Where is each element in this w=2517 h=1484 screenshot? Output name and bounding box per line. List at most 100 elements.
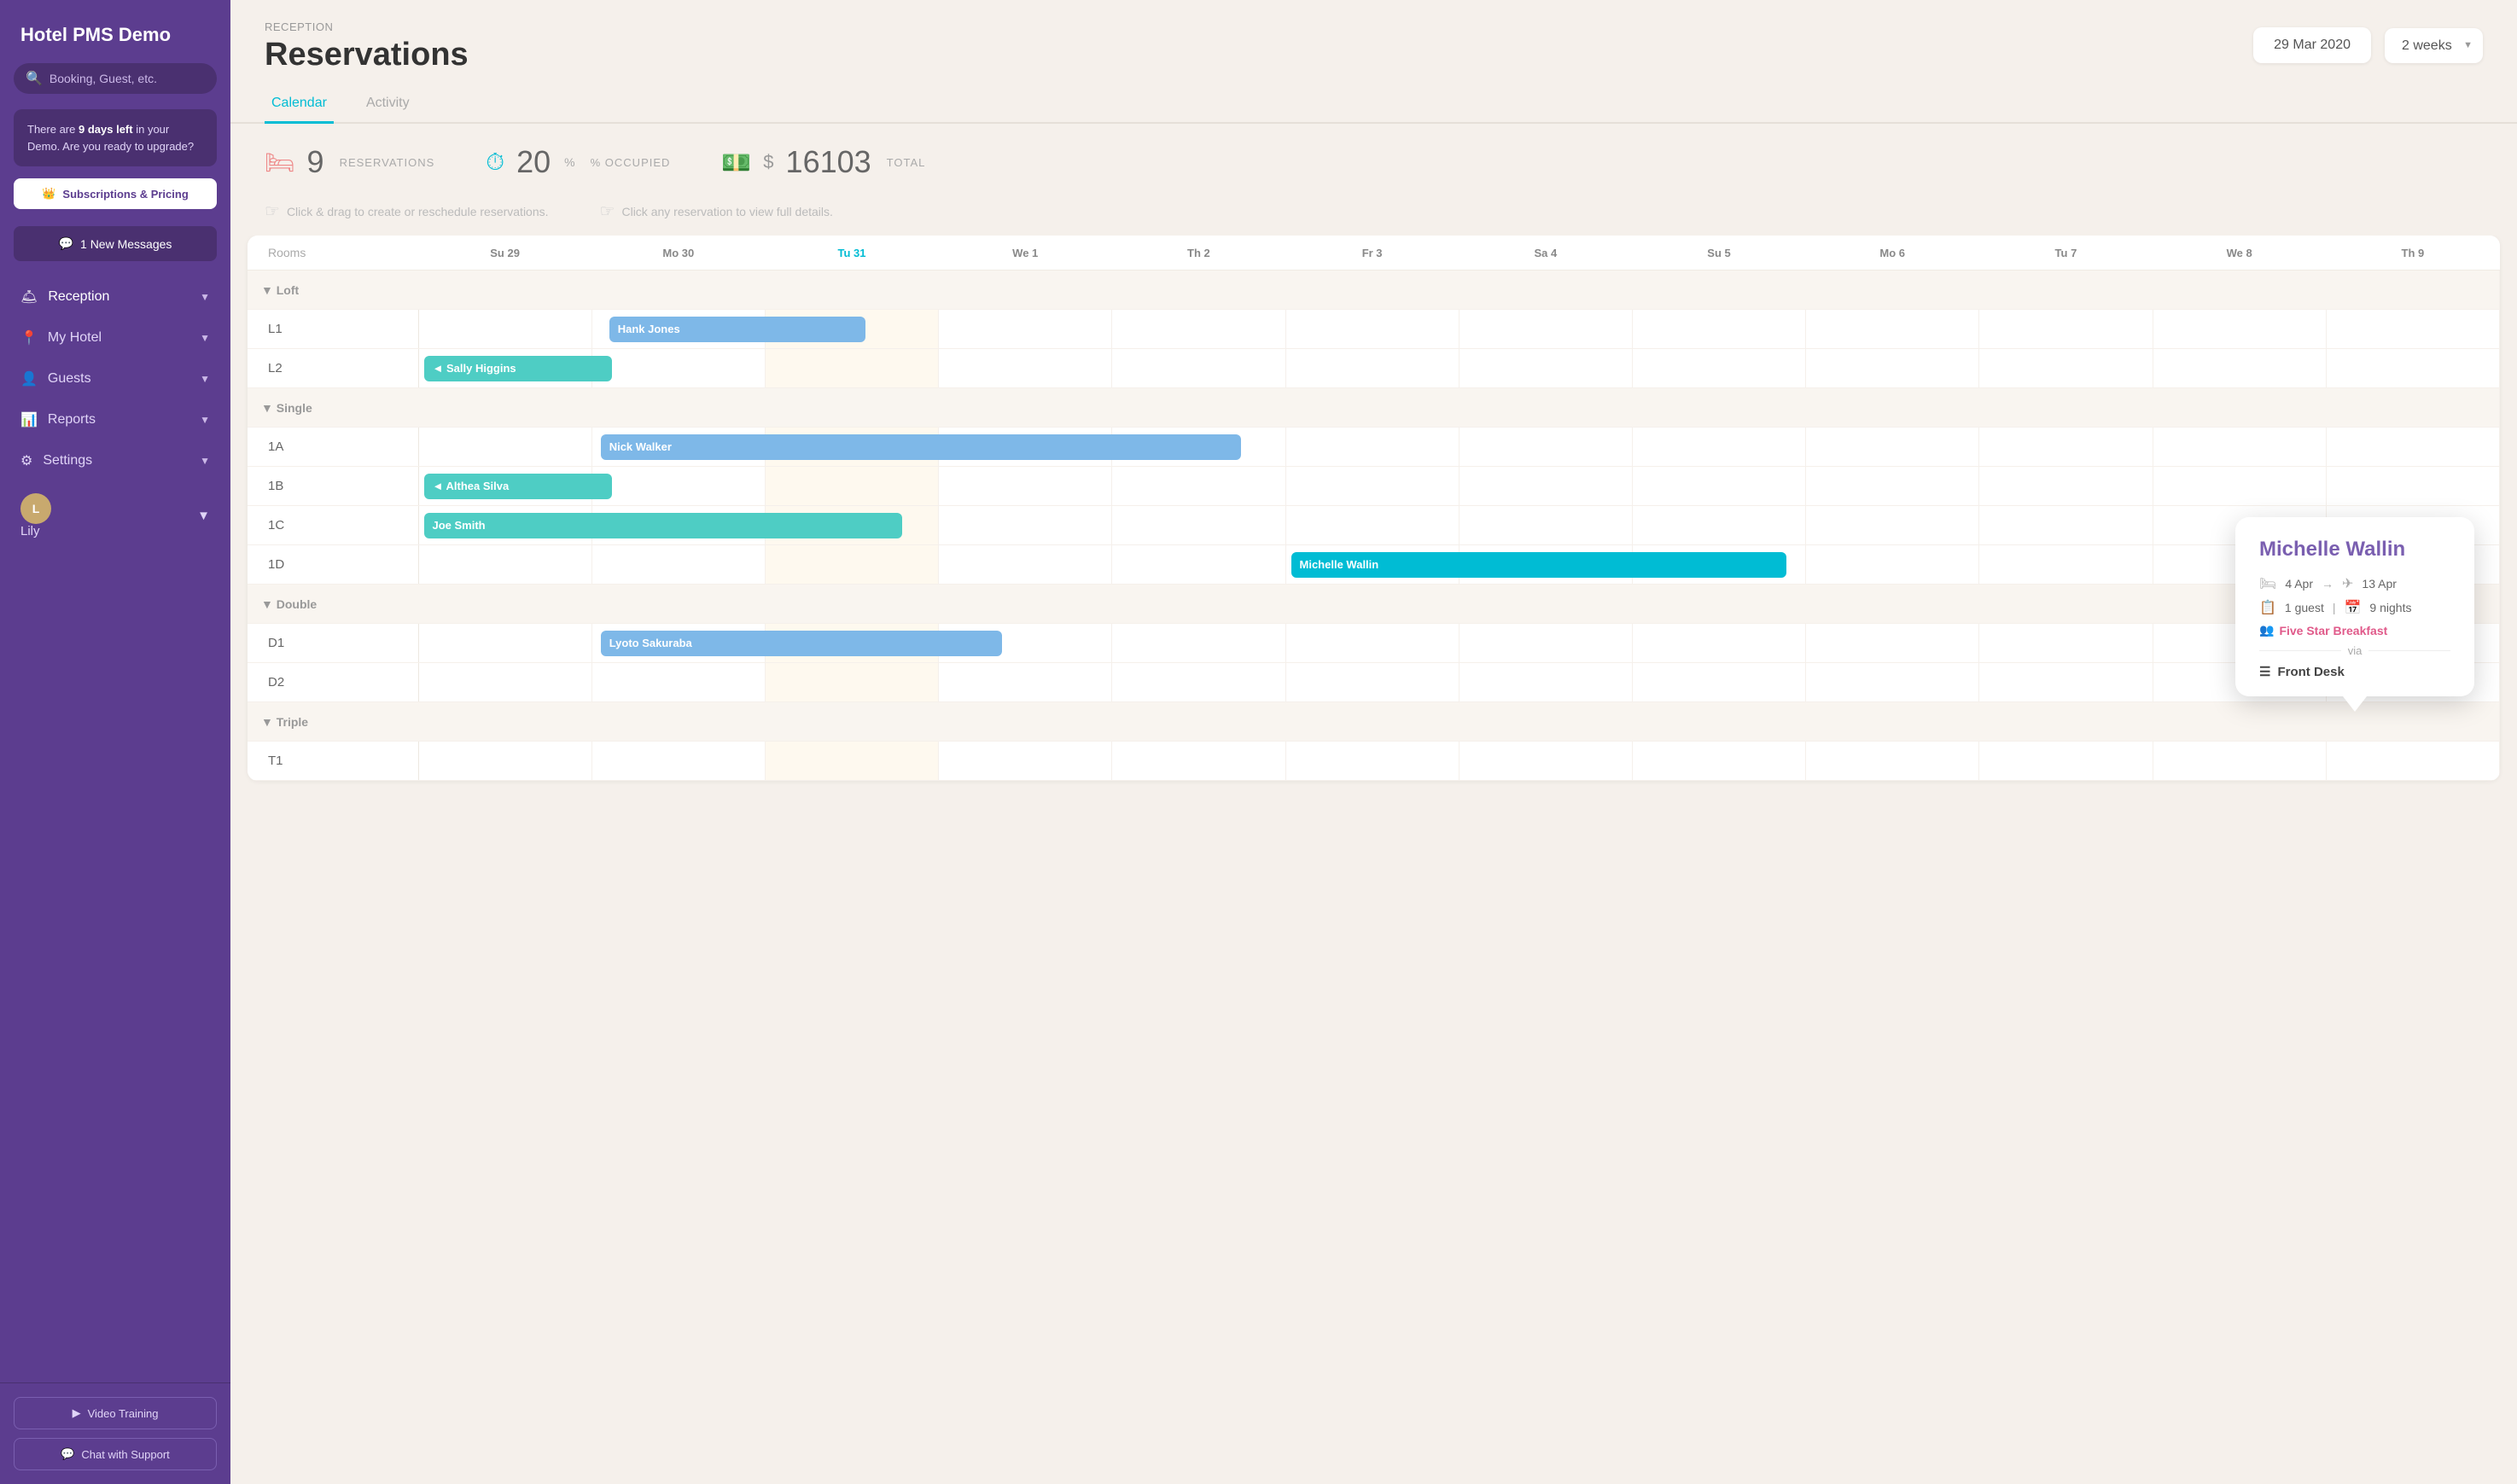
cell-1b-th9[interactable] — [2326, 467, 2499, 506]
cell-d2-sa4[interactable] — [1459, 663, 1632, 702]
reservation-nick-walker[interactable]: Nick Walker — [601, 434, 1241, 460]
cell-d1-mo6[interactable] — [1806, 624, 1979, 663]
cell-1d-su29[interactable] — [418, 545, 591, 585]
cell-d2-mo30[interactable] — [591, 663, 765, 702]
cell-l2-we1[interactable] — [939, 349, 1112, 388]
cell-1a-th9[interactable] — [2326, 428, 2499, 467]
cell-l1-we8[interactable] — [2153, 310, 2326, 349]
cell-1c-su29[interactable]: Joe Smith — [418, 506, 591, 545]
cell-d1-tu7[interactable] — [1979, 624, 2153, 663]
cell-1d-tu31[interactable] — [765, 545, 938, 585]
calendar-scroll[interactable]: Rooms Su 29 Mo 30 Tu 31 We 1 Th 2 Fr 3 S… — [230, 236, 2517, 1484]
cell-1c-we1[interactable] — [939, 506, 1112, 545]
cell-1d-mo30[interactable] — [591, 545, 765, 585]
cell-1b-fr3[interactable] — [1285, 467, 1459, 506]
cell-1c-th2[interactable] — [1112, 506, 1285, 545]
cell-l1-sa4[interactable] — [1459, 310, 1632, 349]
messages-button[interactable]: 💬 1 New Messages — [14, 226, 217, 261]
cell-1a-su5[interactable] — [1632, 428, 1805, 467]
cell-l1-tu7[interactable] — [1979, 310, 2153, 349]
upgrade-button[interactable]: 👑 Subscriptions & Pricing — [14, 178, 217, 209]
cell-1b-tu31[interactable] — [765, 467, 938, 506]
cell-l2-tu7[interactable] — [1979, 349, 2153, 388]
search-bar[interactable]: 🔍 — [14, 63, 217, 94]
cell-d2-tu7[interactable] — [1979, 663, 2153, 702]
cell-1d-we1[interactable] — [939, 545, 1112, 585]
cell-1a-su29[interactable] — [418, 428, 591, 467]
cell-1b-su5[interactable] — [1632, 467, 1805, 506]
cell-l1-th9[interactable] — [2326, 310, 2499, 349]
search-input[interactable] — [50, 72, 205, 85]
cell-l1-we1[interactable] — [939, 310, 1112, 349]
cell-d2-su5[interactable] — [1632, 663, 1805, 702]
cell-l2-mo6[interactable] — [1806, 349, 1979, 388]
sidebar-item-guests[interactable]: 👤 Guests ▼ — [0, 358, 230, 399]
user-menu[interactable]: L Lily ▼ — [0, 481, 230, 550]
reservation-joe-smith[interactable]: Joe Smith — [424, 513, 902, 538]
reservation-sally-higgins[interactable]: ◄ Sally Higgins — [424, 356, 612, 381]
cell-l1-su29[interactable] — [418, 310, 591, 349]
reservation-hank-jones[interactable]: Hank Jones — [609, 317, 865, 342]
cell-1a-we8[interactable] — [2153, 428, 2326, 467]
chat-support-button[interactable]: 💬 Chat with Support — [14, 1438, 217, 1470]
cell-1b-th2[interactable] — [1112, 467, 1285, 506]
cell-d2-mo6[interactable] — [1806, 663, 1979, 702]
cell-l1-mo30[interactable]: Hank Jones — [591, 310, 765, 349]
cell-1b-mo6[interactable] — [1806, 467, 1979, 506]
cell-l1-fr3[interactable] — [1285, 310, 1459, 349]
sidebar-item-settings[interactable]: ⚙ Settings ▼ — [0, 440, 230, 481]
video-training-button[interactable]: ▶ Video Training — [14, 1397, 217, 1429]
cell-1c-fr3[interactable] — [1285, 506, 1459, 545]
sidebar-item-reception[interactable]: 🛎 Reception ▼ — [0, 276, 230, 317]
cell-1d-tu7[interactable] — [1979, 545, 2153, 585]
cell-l1-mo6[interactable] — [1806, 310, 1979, 349]
tab-calendar[interactable]: Calendar — [265, 87, 334, 124]
cell-1a-tu7[interactable] — [1979, 428, 2153, 467]
cell-l2-mo30[interactable] — [591, 349, 765, 388]
cell-1b-tu7[interactable] — [1979, 467, 2153, 506]
cell-d2-th2[interactable] — [1112, 663, 1285, 702]
cell-l1-su5[interactable] — [1632, 310, 1805, 349]
cell-1c-sa4[interactable] — [1459, 506, 1632, 545]
cell-l2-th2[interactable] — [1112, 349, 1285, 388]
cell-1b-su29[interactable]: ◄ Althea Silva — [418, 467, 591, 506]
cell-d1-mo30[interactable]: Lyoto Sakuraba — [591, 624, 765, 663]
cell-1d-mo6[interactable] — [1806, 545, 1979, 585]
cell-l2-su5[interactable] — [1632, 349, 1805, 388]
cell-1a-fr3[interactable] — [1285, 428, 1459, 467]
cell-l2-fr3[interactable] — [1285, 349, 1459, 388]
cell-1d-th2[interactable] — [1112, 545, 1285, 585]
cell-l1-th2[interactable] — [1112, 310, 1285, 349]
cell-d1-su5[interactable] — [1632, 624, 1805, 663]
cell-l2-th9[interactable] — [2326, 349, 2499, 388]
cell-l2-su29[interactable]: ◄ Sally Higgins — [418, 349, 591, 388]
sidebar-item-myhotel[interactable]: 📍 My Hotel ▼ — [0, 317, 230, 358]
cell-1a-mo6[interactable] — [1806, 428, 1979, 467]
cell-1c-tu7[interactable] — [1979, 506, 2153, 545]
sidebar-item-reports[interactable]: 📊 Reports ▼ — [0, 399, 230, 440]
cell-d2-we1[interactable] — [939, 663, 1112, 702]
cell-1b-we1[interactable] — [939, 467, 1112, 506]
cell-1d-fr3[interactable]: Michelle Wallin — [1285, 545, 1459, 585]
tab-activity[interactable]: Activity — [359, 87, 417, 124]
cell-1c-mo6[interactable] — [1806, 506, 1979, 545]
cell-d2-tu31[interactable] — [765, 663, 938, 702]
cell-l2-tu31[interactable] — [765, 349, 938, 388]
cell-d2-su29[interactable] — [418, 663, 591, 702]
cell-d2-fr3[interactable] — [1285, 663, 1459, 702]
cell-l2-sa4[interactable] — [1459, 349, 1632, 388]
view-select[interactable]: 2 weeks 1 week 1 month — [2385, 28, 2483, 63]
cell-1a-mo30[interactable]: Nick Walker — [591, 428, 765, 467]
cell-1b-we8[interactable] — [2153, 467, 2326, 506]
cell-1a-sa4[interactable] — [1459, 428, 1632, 467]
cell-1b-mo30[interactable] — [591, 467, 765, 506]
date-picker-button[interactable]: 29 Mar 2020 — [2253, 27, 2371, 63]
cell-d1-sa4[interactable] — [1459, 624, 1632, 663]
reservation-lyoto-sakuraba[interactable]: Lyoto Sakuraba — [601, 631, 1002, 656]
cell-l2-we8[interactable] — [2153, 349, 2326, 388]
reservation-michelle-wallin[interactable]: Michelle Wallin — [1291, 552, 1786, 578]
cell-1c-su5[interactable] — [1632, 506, 1805, 545]
reservation-althea-silva[interactable]: ◄ Althea Silva — [424, 474, 612, 499]
cell-d1-su29[interactable] — [418, 624, 591, 663]
cell-1b-sa4[interactable] — [1459, 467, 1632, 506]
